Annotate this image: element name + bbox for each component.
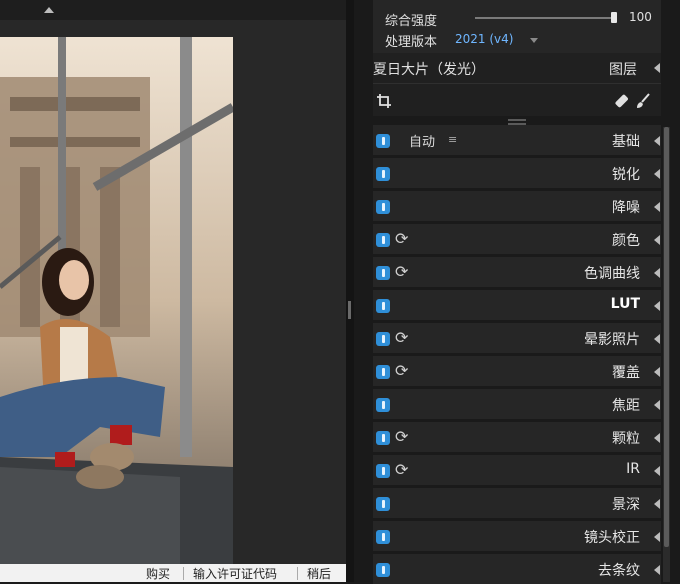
module-toggle[interactable]: [376, 332, 390, 346]
preset-name: 夏日大片（发光）: [373, 62, 485, 78]
expand-arrow-icon[interactable]: [654, 466, 660, 476]
strength-slider-track[interactable]: [475, 17, 617, 19]
module-name: 镜头校正: [584, 530, 640, 546]
sync-icon[interactable]: ⟳: [395, 329, 408, 347]
preview-photo: [0, 37, 233, 565]
expand-arrow-icon[interactable]: [654, 136, 660, 146]
strength-slider-thumb[interactable]: [611, 12, 617, 23]
module-row[interactable]: LUT: [373, 290, 661, 320]
module-toggle[interactable]: [376, 398, 390, 412]
layers-label: 图层: [609, 62, 637, 78]
module-row[interactable]: ⟳ IR: [373, 455, 661, 485]
module-name: 覆盖: [612, 365, 640, 381]
expand-arrow-icon[interactable]: [654, 433, 660, 443]
module-row[interactable]: 景深: [373, 488, 661, 518]
module-row[interactable]: 降噪: [373, 191, 661, 221]
license-bar: 购买 输入许可证代码 稍后: [0, 564, 346, 582]
expand-arrow-icon[interactable]: [654, 499, 660, 509]
module-toggle[interactable]: [376, 464, 390, 478]
expand-arrow-icon[interactable]: [654, 202, 660, 212]
separator: [183, 567, 184, 580]
layers-expand-icon[interactable]: [654, 63, 660, 73]
module-toggle[interactable]: [376, 530, 390, 544]
resize-handle[interactable]: [508, 119, 526, 121]
module-toggle[interactable]: [376, 134, 390, 148]
module-toggle[interactable]: [376, 497, 390, 511]
image-panel: 购买 输入许可证代码 稍后: [0, 0, 346, 582]
module-name: 色调曲线: [584, 266, 640, 282]
module-toggle[interactable]: [376, 563, 390, 577]
sync-icon[interactable]: ⟳: [395, 461, 408, 479]
auto-button[interactable]: 自动: [409, 131, 435, 150]
tool-row: [373, 84, 661, 116]
sync-icon[interactable]: ⟳: [395, 428, 408, 446]
later-link[interactable]: 稍后: [307, 565, 331, 582]
module-name: 去条纹: [598, 563, 640, 579]
divider-handle[interactable]: [348, 301, 351, 319]
expand-arrow-icon[interactable]: [654, 565, 660, 575]
expand-arrow-icon[interactable]: [654, 532, 660, 542]
module-name: IR: [626, 461, 640, 477]
crop-icon[interactable]: [377, 94, 391, 108]
module-toggle[interactable]: [376, 299, 390, 313]
panel-divider[interactable]: [346, 0, 354, 582]
module-row[interactable]: 锐化: [373, 158, 661, 188]
brush-icon[interactable]: [635, 93, 651, 109]
module-name: 基础: [612, 134, 640, 150]
module-row[interactable]: 自动 ≡ 基础: [373, 125, 661, 155]
module-toggle[interactable]: [376, 365, 390, 379]
module-row[interactable]: ⟳ 晕影照片: [373, 323, 661, 353]
module-name: 颗粒: [612, 431, 640, 447]
enter-license-link[interactable]: 输入许可证代码: [193, 565, 277, 582]
separator: [297, 567, 298, 580]
module-toggle[interactable]: [376, 167, 390, 181]
sync-icon[interactable]: ⟳: [395, 230, 408, 248]
module-name: 颜色: [612, 233, 640, 249]
adjustments-panel: 综合强度 100 处理版本 2021 (v4) 夏日大片（发光） 图层 自动 ≡ 基…: [354, 0, 680, 584]
module-row[interactable]: 焦距: [373, 389, 661, 419]
expand-arrow-icon[interactable]: [654, 268, 660, 278]
module-row[interactable]: 镜头校正: [373, 521, 661, 551]
menu-icon[interactable]: ≡: [448, 133, 457, 146]
module-name: LUT: [610, 296, 640, 312]
module-toggle[interactable]: [376, 200, 390, 214]
strength-value: 100: [629, 10, 652, 24]
module-row[interactable]: 去条纹: [373, 554, 661, 584]
expand-arrow-icon[interactable]: [654, 169, 660, 179]
expand-arrow-icon[interactable]: [654, 367, 660, 377]
image-topbar: [0, 0, 346, 20]
version-label: 处理版本: [385, 35, 438, 50]
preset-row[interactable]: 夏日大片（发光） 图层: [373, 53, 661, 84]
expand-arrow-icon[interactable]: [654, 301, 660, 311]
buy-link[interactable]: 购买: [146, 565, 170, 582]
module-name: 晕影照片: [584, 332, 640, 348]
eraser-icon[interactable]: [613, 93, 629, 109]
module-row[interactable]: ⟳ 覆盖: [373, 356, 661, 386]
expand-arrow-icon[interactable]: [654, 334, 660, 344]
module-name: 降噪: [612, 200, 640, 216]
module-row[interactable]: ⟳ 颜色: [373, 224, 661, 254]
version-select[interactable]: 2021 (v4): [455, 32, 513, 46]
collapse-up-icon[interactable]: [44, 7, 54, 13]
module-toggle[interactable]: [376, 266, 390, 280]
global-settings: 综合强度 100 处理版本 2021 (v4): [373, 0, 661, 53]
sync-icon[interactable]: ⟳: [395, 362, 408, 380]
module-toggle[interactable]: [376, 233, 390, 247]
sync-icon[interactable]: ⟳: [395, 263, 408, 281]
expand-arrow-icon[interactable]: [654, 400, 660, 410]
module-row[interactable]: ⟳ 色调曲线: [373, 257, 661, 287]
scrollbar-thumb[interactable]: [664, 127, 669, 547]
module-row[interactable]: ⟳ 颗粒: [373, 422, 661, 452]
expand-arrow-icon[interactable]: [654, 235, 660, 245]
chevron-down-icon[interactable]: [530, 38, 538, 43]
module-name: 景深: [612, 497, 640, 513]
module-toggle[interactable]: [376, 431, 390, 445]
module-name: 锐化: [612, 167, 640, 183]
strength-label: 综合强度: [385, 14, 438, 29]
module-name: 焦距: [612, 398, 640, 414]
